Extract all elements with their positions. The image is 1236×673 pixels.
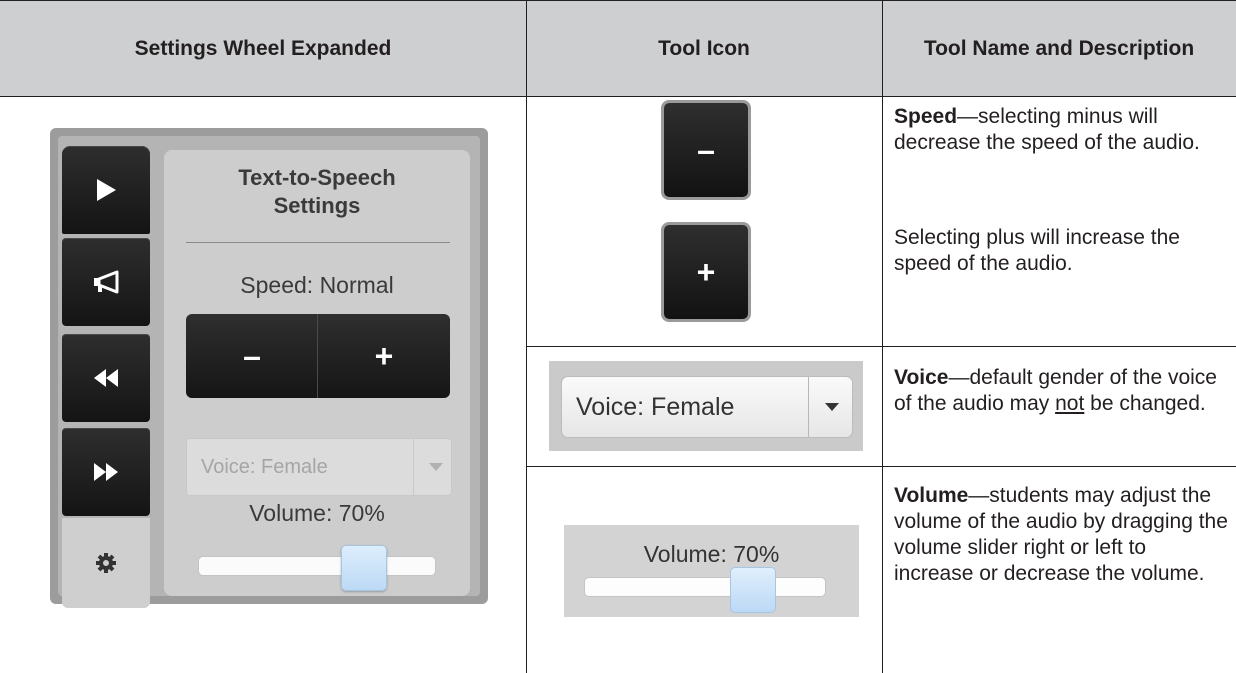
table-rule [526,0,527,673]
gear-icon [96,553,116,573]
table-rule [0,0,1236,1]
volume-slider-thumb[interactable] [341,545,387,591]
header-tool-icon: Tool Icon [658,36,750,60]
table-rule [0,96,1236,97]
speed-minus-button[interactable]: – [186,314,318,398]
speed-plus-icon-button: + [664,225,748,319]
rewind-button[interactable] [62,334,150,422]
rewind-icon [94,369,118,387]
voice-description: Voice—default gender of the voice of the… [894,366,1217,415]
volume-slider-sample [584,567,826,613]
settings-wheel-expanded: Text-to-Speech Settings Speed: Normal – … [50,128,488,608]
speed-minus-icon-button: – [664,103,748,197]
table-rule [526,346,1236,347]
chevron-down-icon [825,403,839,411]
speed-label: Speed: Normal [240,272,394,298]
play-icon [97,179,116,201]
volume-slider-thumb [730,567,776,613]
divider [413,439,414,495]
megaphone-icon [94,270,119,294]
speed-plus-description: Selecting plus will increase the speed o… [894,226,1180,275]
divider [186,242,450,243]
fast-forward-icon [94,463,118,481]
fast-forward-button[interactable] [62,428,150,516]
voice-select-value: Voice: Female [201,456,328,478]
speed-plus-button[interactable]: + [318,314,450,398]
header-tool-name: Tool Name and Description [923,36,1195,60]
settings-button[interactable] [62,518,150,608]
header-settings-wheel: Settings Wheel Expanded [134,36,392,60]
tool-name: Speed [894,105,958,128]
volume-icon: Volume: 70% [564,525,859,617]
table-rule [882,0,883,673]
volume-label: Volume: 70% [249,500,385,526]
voice-select-value: Voice: Female [576,393,735,421]
speak-button[interactable] [62,238,150,326]
volume-description: Volume—students may adjust the volume of… [894,484,1228,585]
tts-settings-panel: Text-to-Speech Settings Speed: Normal – … [164,150,470,596]
chevron-down-icon [429,463,443,471]
voice-select-sample: Voice: Female [561,376,853,438]
voice-select[interactable]: Voice: Female [186,438,452,496]
panel-title: Text-to-Speech Settings [238,165,396,218]
volume-label: Volume: 70% [643,541,780,567]
tool-name: Voice [894,366,949,389]
tool-name: Volume [894,484,969,507]
divider [808,377,809,437]
table-rule [526,466,1236,467]
volume-slider[interactable] [198,545,436,591]
speed-control: – + [186,314,450,398]
play-button[interactable] [62,146,150,234]
speed-description: Speed—selecting minus will decrease the … [894,105,1200,154]
voice-icon: Voice: Female [549,361,863,451]
